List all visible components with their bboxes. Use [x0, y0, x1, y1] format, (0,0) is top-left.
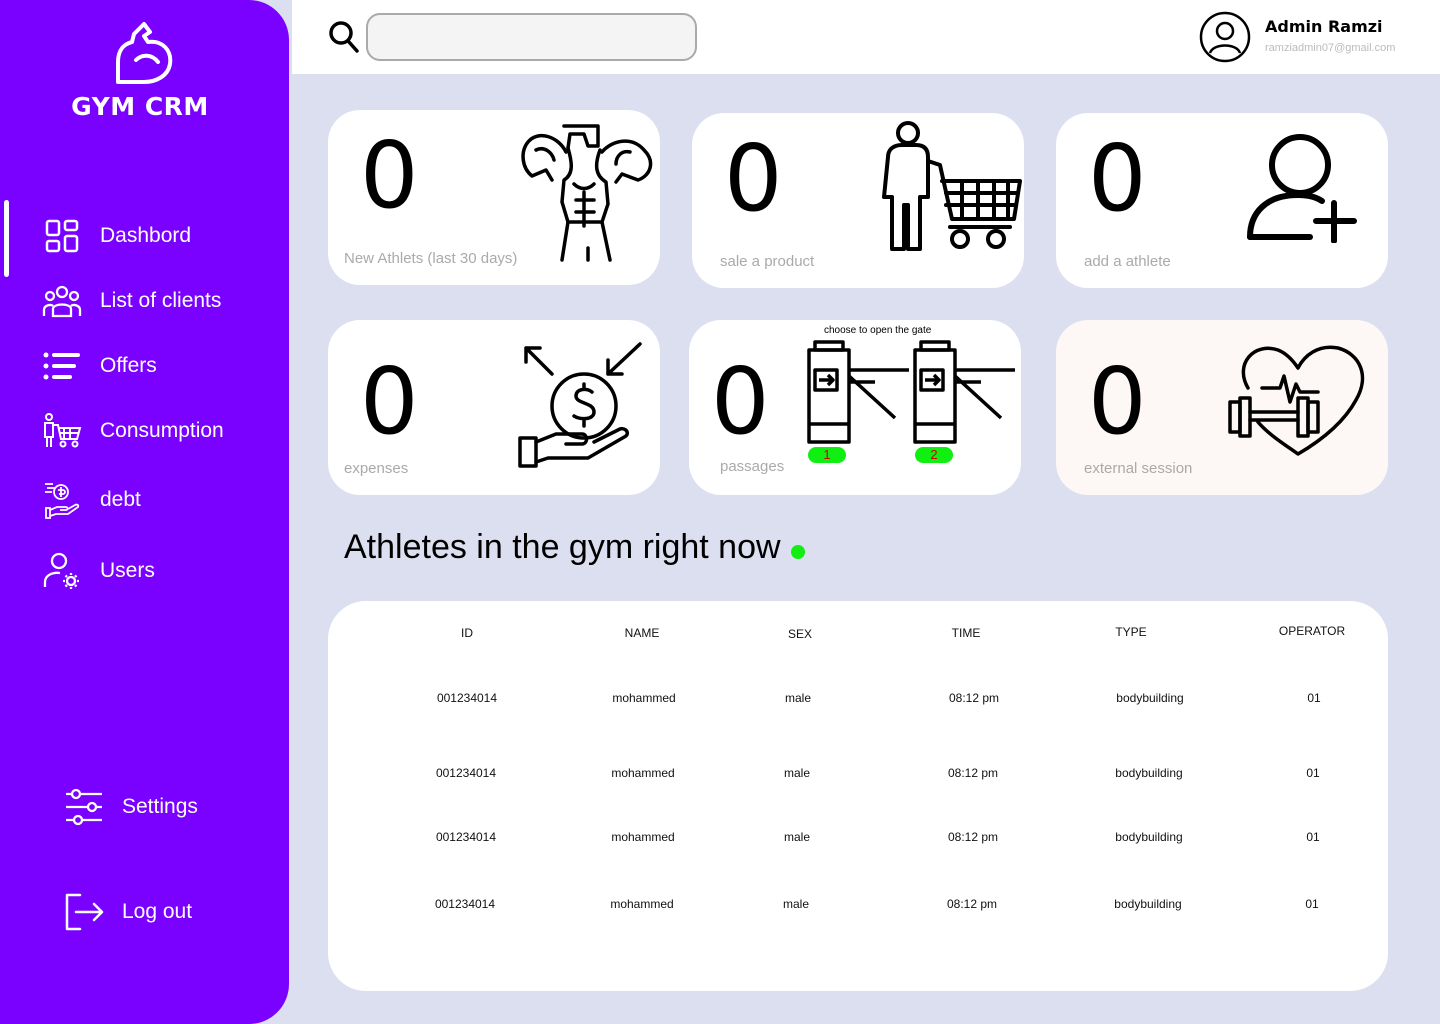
cell-type: bodybuilding: [1115, 830, 1183, 844]
column-header-time[interactable]: TIME: [952, 626, 981, 640]
cell-time: 08:12 pm: [947, 766, 999, 780]
card-sale-product[interactable]: 0 sale a product: [692, 113, 1024, 288]
logout-icon: [64, 892, 104, 932]
cell-id: 001234014: [435, 766, 497, 780]
user-name: Admin Ramzi: [1265, 17, 1383, 36]
card-passages[interactable]: 0 passages choose to open the gate 1 2: [689, 320, 1021, 495]
sidebar-item-users[interactable]: Users: [42, 551, 155, 591]
list-icon: [42, 346, 82, 386]
cell-sex: male: [783, 830, 811, 844]
card-label: passages: [720, 458, 785, 475]
top-bar: Admin Ramzi ramziadmin07@gmail.com: [292, 0, 1440, 74]
cell-operator: 01: [1307, 691, 1321, 705]
card-label: expenses: [344, 460, 409, 477]
cell-id: 001234014: [434, 897, 496, 911]
sidebar-item-clients[interactable]: List of clients: [42, 281, 221, 321]
clients-group-icon: [42, 281, 82, 321]
card-expenses[interactable]: 0 expenses: [328, 320, 660, 495]
logout-button[interactable]: Log out: [64, 892, 192, 932]
user-gear-icon: [42, 551, 82, 591]
cell-operator: 01: [1306, 766, 1320, 780]
cell-time: 08:12 pm: [948, 691, 1000, 705]
add-user-icon[interactable]: [1246, 133, 1362, 243]
settings-button[interactable]: Settings: [64, 787, 198, 827]
column-header-type[interactable]: TYPE: [1115, 625, 1146, 639]
card-value: 0: [360, 122, 419, 229]
user-email: ramziadmin07@gmail.com: [1265, 42, 1396, 54]
shopping-cart-person-icon: [42, 411, 82, 451]
live-status-dot: [790, 544, 805, 559]
sliders-icon: [64, 787, 104, 827]
card-label: New Athlets (last 30 days): [344, 250, 518, 267]
turnstile-icon: [807, 340, 1015, 444]
card-label: external session: [1084, 460, 1193, 477]
gate-2-turnstile[interactable]: [913, 340, 1015, 444]
cell-type: bodybuilding: [1116, 691, 1184, 705]
sidebar-item-consumption[interactable]: Consumption: [42, 411, 224, 451]
cell-id: 001234014: [435, 830, 497, 844]
cell-type: bodybuilding: [1114, 897, 1182, 911]
person-cart-icon: [882, 121, 1022, 251]
sidebar-item-debt[interactable]: debt: [42, 480, 141, 520]
flexed-arm-icon: [116, 22, 173, 84]
sidebar-item-dashboard[interactable]: Dashbord: [42, 216, 191, 256]
card-label: sale a product: [720, 253, 815, 270]
cell-name: mohammed: [611, 766, 675, 780]
sidebar-item-label: Dashbord: [100, 224, 192, 247]
card-value: 0: [1088, 125, 1147, 232]
card-external-session[interactable]: 0 external session: [1056, 320, 1388, 495]
gate-hint: choose to open the gate: [824, 325, 932, 336]
hand-coin-icon: [518, 342, 642, 468]
cell-type: bodybuilding: [1115, 766, 1183, 780]
column-header-name[interactable]: NAME: [625, 626, 660, 640]
card-add-athlete[interactable]: 0 add a athlete: [1056, 113, 1388, 288]
sidebar-item-label: Consumption: [100, 419, 224, 442]
hand-money-icon: [42, 480, 82, 520]
cell-name: mohammed: [610, 897, 674, 911]
logout-label: Log out: [122, 900, 193, 923]
section-title: Athletes in the gym right now: [344, 528, 805, 567]
gate-2-button[interactable]: 2: [915, 447, 953, 463]
card-value: 0: [711, 348, 770, 455]
column-header-operator[interactable]: OPERATOR: [1279, 624, 1345, 638]
cell-time: 08:12 pm: [946, 897, 998, 911]
search-icon[interactable]: [328, 20, 360, 54]
user-avatar-icon[interactable]: [1199, 11, 1251, 63]
cell-id: 001234014: [436, 691, 498, 705]
app-name: GYM CRM: [71, 92, 209, 121]
dashboard-grid-icon: [42, 216, 82, 256]
gate-1-button[interactable]: 1: [808, 447, 846, 463]
active-indicator: [4, 200, 9, 277]
card-label: add a athlete: [1084, 253, 1171, 270]
card-value: 0: [724, 125, 783, 232]
cell-time: 08:12 pm: [947, 830, 999, 844]
bodybuilder-icon: [521, 124, 653, 262]
settings-label: Settings: [122, 795, 198, 818]
sidebar-item-label: Users: [100, 559, 155, 582]
athletes-table: ID NAME SEX TIME TYPE OPERATOR 001234014…: [328, 601, 1388, 991]
cell-sex: male: [782, 897, 810, 911]
cell-sex: male: [783, 766, 811, 780]
app-logo[interactable]: GYM CRM: [0, 20, 280, 121]
section-title-text: Athletes in the gym right now: [344, 528, 781, 566]
card-value: 0: [360, 348, 419, 455]
sidebar: GYM CRM Dashbord List of clients Offers …: [0, 0, 289, 1024]
search-input[interactable]: [366, 13, 697, 61]
sidebar-item-label: List of clients: [100, 289, 222, 312]
column-header-id[interactable]: ID: [461, 626, 473, 640]
gate-1-turnstile[interactable]: [807, 340, 909, 444]
heart-dumbbell-icon: [1228, 345, 1365, 456]
sidebar-item-label: debt: [100, 488, 141, 511]
column-header-sex[interactable]: SEX: [788, 627, 812, 641]
sidebar-item-offers[interactable]: Offers: [42, 346, 157, 386]
cell-sex: male: [784, 691, 812, 705]
cell-name: mohammed: [611, 830, 675, 844]
card-value: 0: [1088, 348, 1147, 455]
cell-operator: 01: [1306, 830, 1320, 844]
cell-name: mohammed: [612, 691, 676, 705]
cell-operator: 01: [1305, 897, 1319, 911]
card-new-athletes[interactable]: 0 New Athlets (last 30 days): [328, 110, 660, 285]
sidebar-item-label: Offers: [100, 354, 157, 377]
